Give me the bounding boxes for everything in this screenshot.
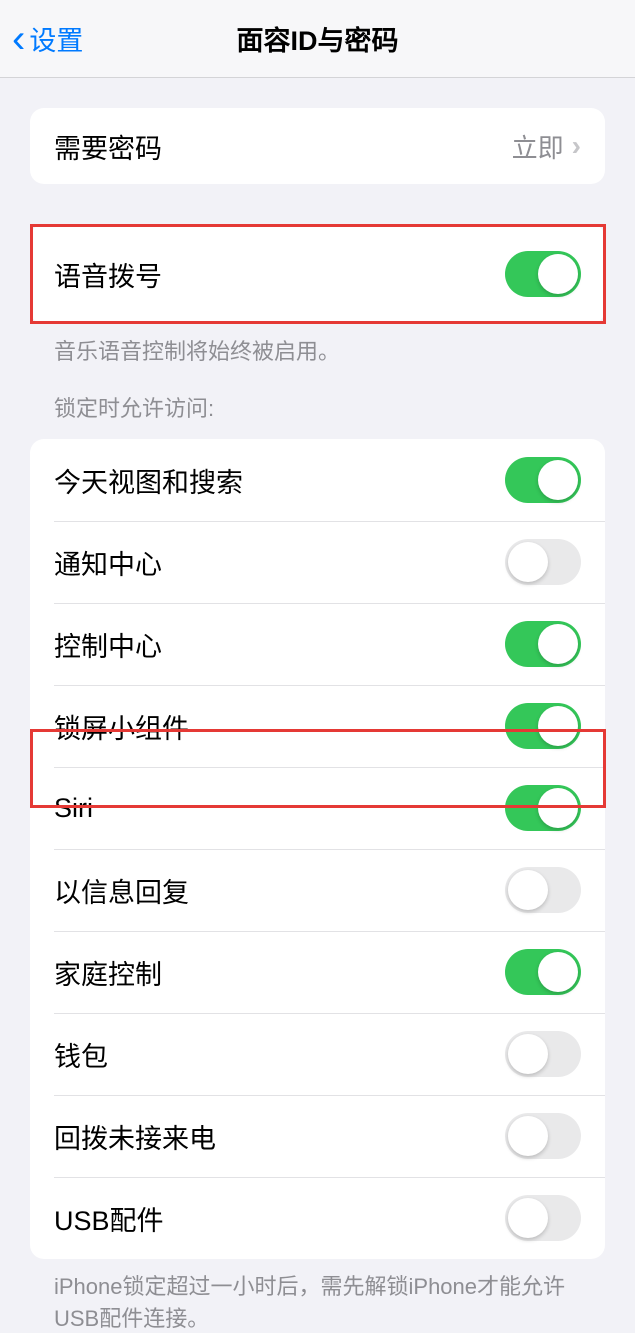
lock-access-row: 钱包 [30,1013,605,1095]
lock-access-row: 通知中心 [30,521,605,603]
page-title: 面容ID与密码 [237,19,399,58]
lock-access-item-label: 锁屏小组件 [54,707,505,746]
lock-access-row: USB配件 [30,1177,605,1259]
lock-access-item-label: 回拨未接来电 [54,1117,505,1156]
lock-access-row: 以信息回复 [30,849,605,931]
require-passcode-value: 立即 [512,128,564,165]
lock-access-row: 锁屏小组件 [30,685,605,767]
lock-access-toggle[interactable] [505,621,581,667]
lock-access-row: 回拨未接来电 [30,1095,605,1177]
lock-access-item-label: 钱包 [54,1035,505,1074]
require-passcode-row[interactable]: 需要密码 立即 › [30,108,605,184]
lock-access-toggle[interactable] [505,949,581,995]
lock-access-item-label: 控制中心 [54,625,505,664]
lock-access-toggle[interactable] [505,539,581,585]
lock-access-toggle[interactable] [505,1113,581,1159]
chevron-right-icon: › [572,130,581,162]
nav-bar: ‹ 设置 面容ID与密码 [0,0,635,78]
lock-access-row: 今天视图和搜索 [30,439,605,521]
lock-access-toggle[interactable] [505,457,581,503]
voice-dial-row: 语音拨号 [30,224,605,324]
voice-dial-toggle[interactable] [505,251,581,297]
lock-access-row: 家庭控制 [30,931,605,1013]
lock-access-toggle[interactable] [505,1031,581,1077]
passcode-group: 需要密码 立即 › [30,108,605,184]
lock-access-item-label: 家庭控制 [54,953,505,992]
lock-access-toggle[interactable] [505,867,581,913]
voice-dial-footer: 音乐语音控制将始终被启用。 [30,324,605,366]
lock-access-footer: iPhone锁定超过一小时后，需先解锁iPhone才能允许USB配件连接。 [30,1259,605,1333]
back-label: 设置 [29,19,83,58]
lock-access-toggle[interactable] [505,1195,581,1241]
require-passcode-label: 需要密码 [54,127,512,166]
voice-dial-label: 语音拨号 [54,255,505,294]
lock-access-row: Siri [30,767,605,849]
back-button[interactable]: ‹ 设置 [0,19,83,59]
lock-access-toggle[interactable] [505,785,581,831]
lock-access-item-label: 以信息回复 [54,871,505,910]
voice-dial-group: 语音拨号 [30,224,605,324]
lock-access-toggle[interactable] [505,703,581,749]
chevron-left-icon: ‹ [12,19,25,59]
lock-access-item-label: USB配件 [54,1199,505,1238]
lock-access-item-label: 通知中心 [54,543,505,582]
lock-access-group: 今天视图和搜索通知中心控制中心锁屏小组件 Siri 以信息回复家庭控制钱包回拨未接来… [30,439,605,1259]
lock-access-row: 控制中心 [30,603,605,685]
lock-access-header: 锁定时允许访问: [30,366,605,431]
lock-access-item-label: Siri [54,793,505,824]
lock-access-item-label: 今天视图和搜索 [54,461,505,500]
